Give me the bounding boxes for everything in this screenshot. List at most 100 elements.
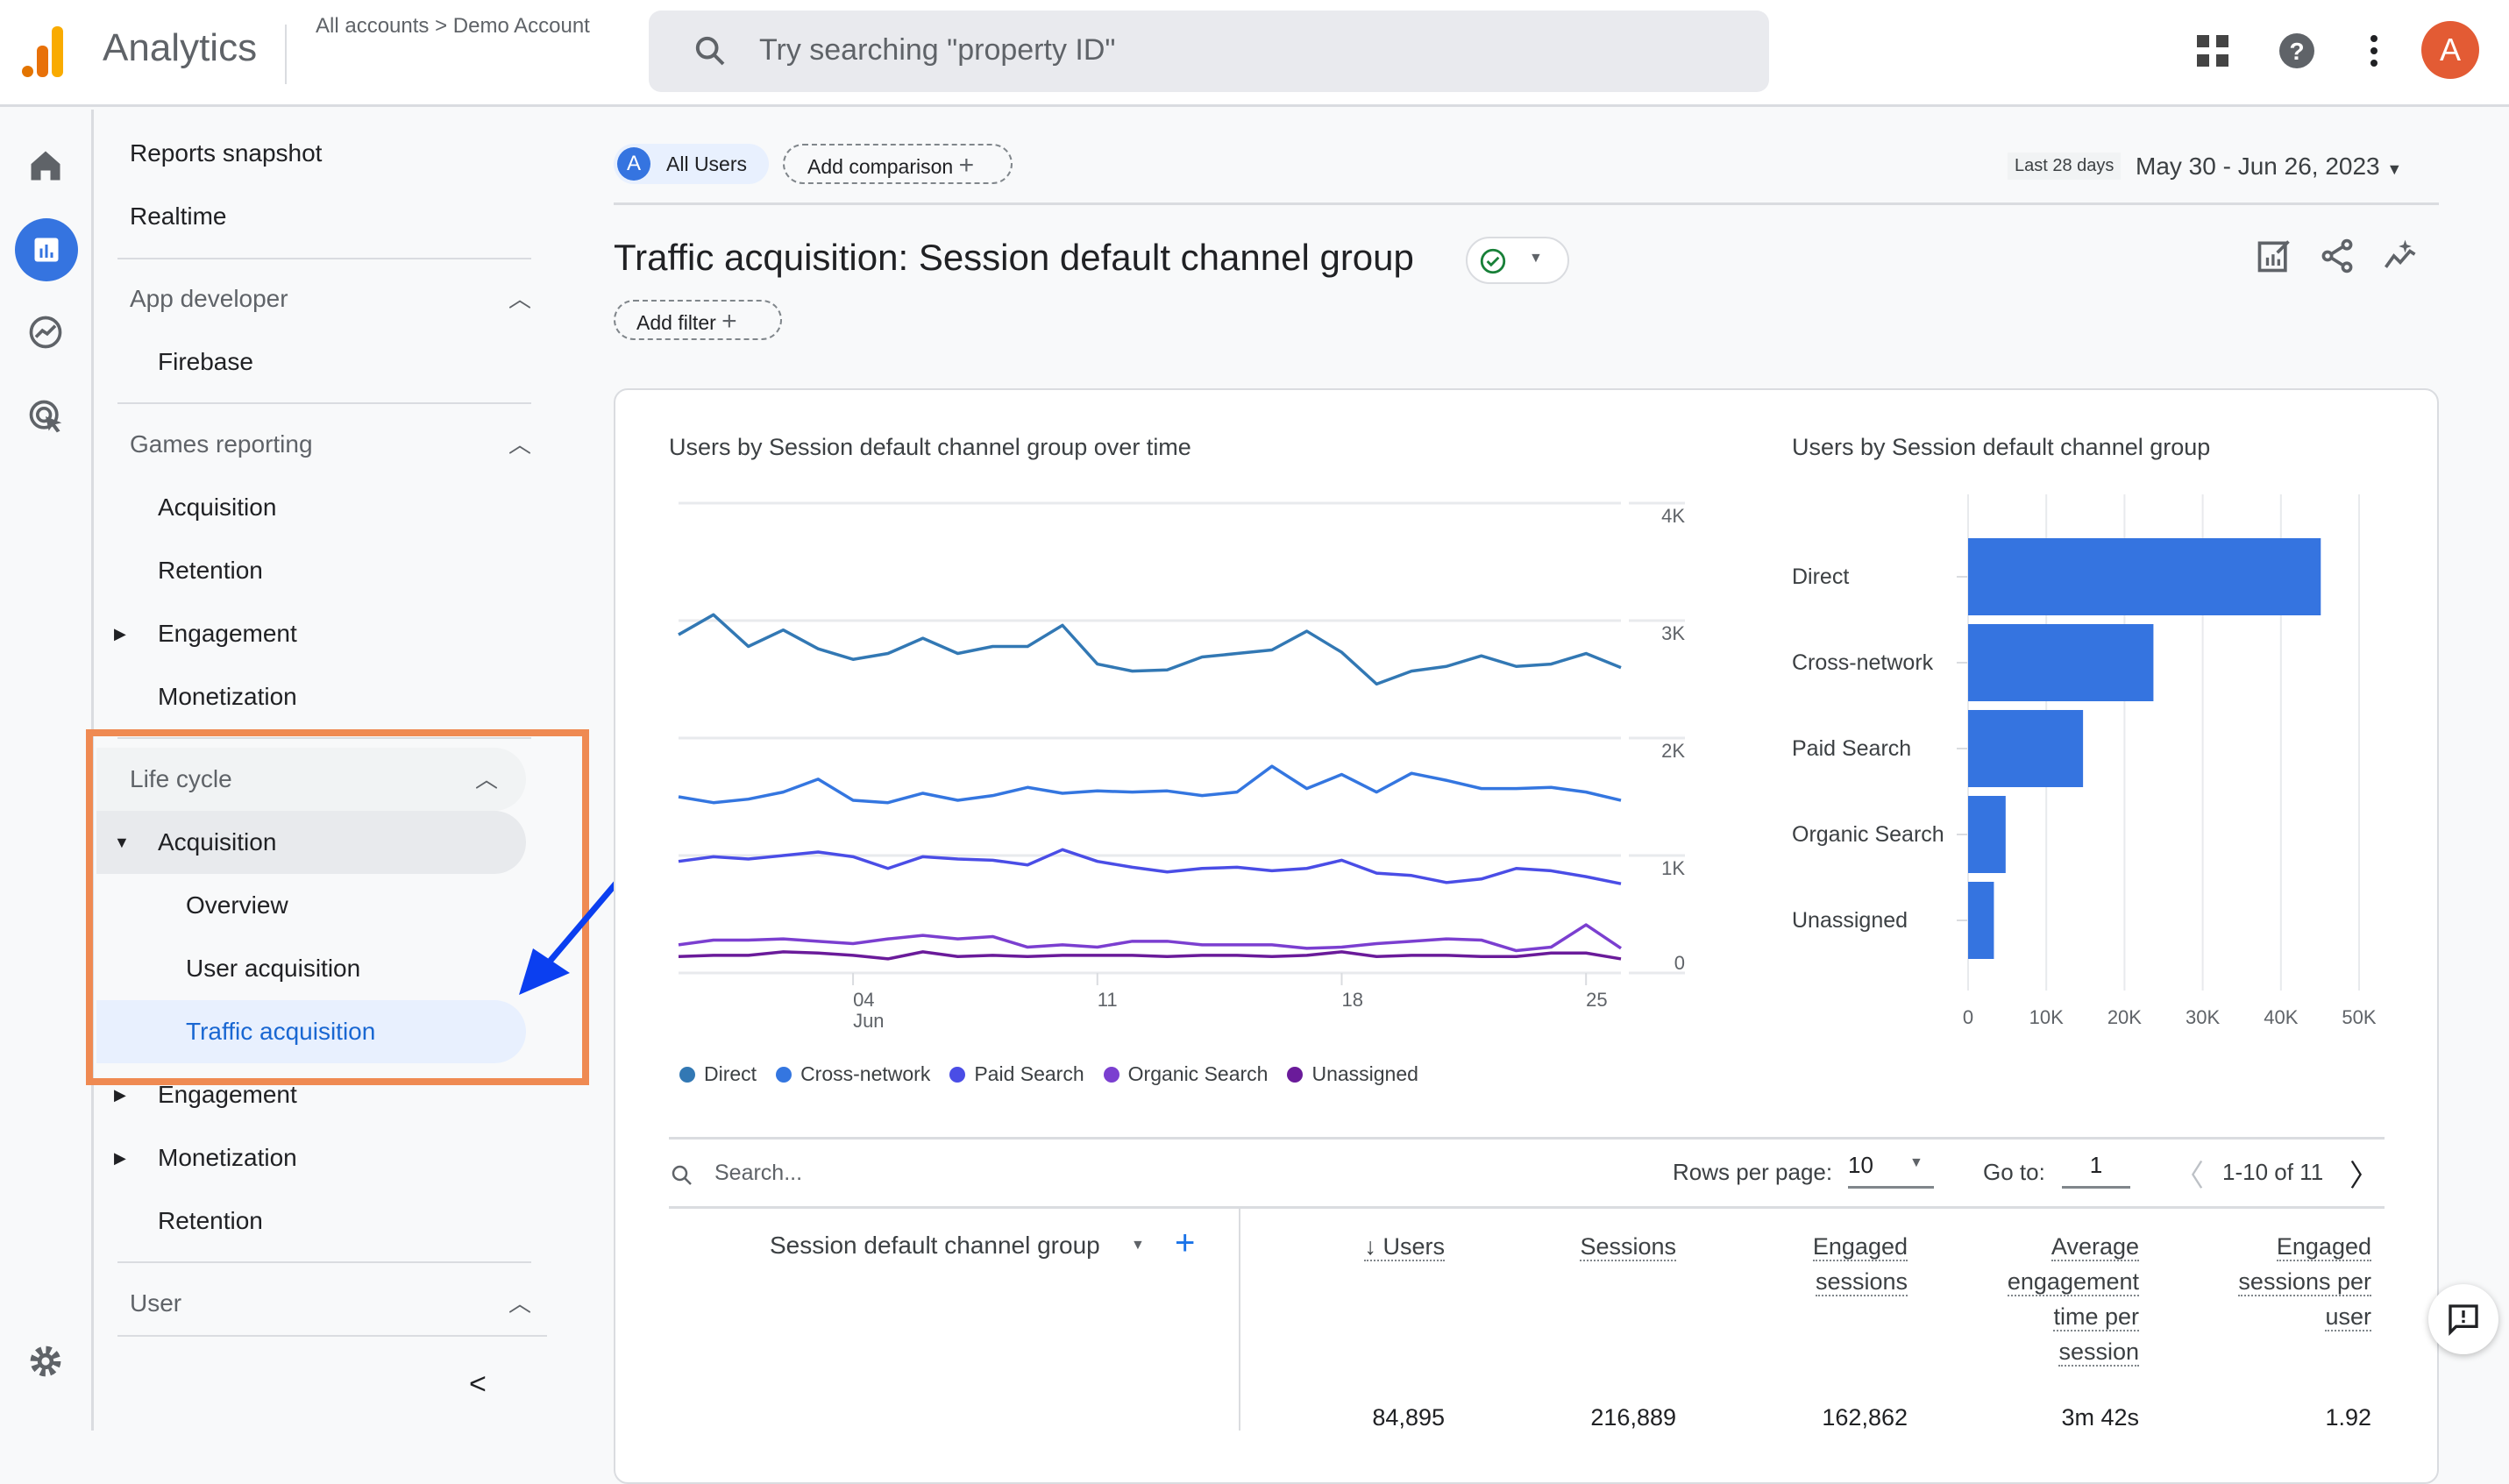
legend-item[interactable]: Paid Search bbox=[949, 1062, 1084, 1086]
next-page-button[interactable]: 〉 bbox=[2349, 1152, 2379, 1195]
x-tick-label: 25 bbox=[1586, 989, 1607, 1011]
customize-report-icon[interactable] bbox=[2255, 237, 2293, 275]
rows-per-page-select[interactable]: 10 ▼ bbox=[1848, 1152, 1934, 1189]
segment-letter-badge: A bbox=[617, 147, 650, 181]
legend-label: Paid Search bbox=[974, 1062, 1084, 1085]
dropdown-arrow-icon: ▼ bbox=[2386, 160, 2403, 178]
x-tick-label: 04 bbox=[853, 989, 874, 1011]
nav-section-app-developer[interactable]: App developer ︿ bbox=[130, 267, 533, 330]
total-value: 3m 42s bbox=[2061, 1404, 2139, 1431]
page-title: Traffic acquisition: Session default cha… bbox=[614, 237, 1414, 278]
nav-divider bbox=[117, 1261, 531, 1263]
dimension-header[interactable]: Session default channel group bbox=[770, 1232, 1100, 1260]
top-header: Analytics All accounts > Demo Account Tr… bbox=[0, 0, 2509, 107]
apps-grid-icon[interactable] bbox=[2192, 30, 2234, 72]
home-icon[interactable] bbox=[26, 146, 65, 185]
column-header-text: ↓ Users bbox=[1364, 1233, 1445, 1261]
legend-dot-icon bbox=[679, 1066, 695, 1083]
previous-page-button[interactable]: 〈 bbox=[2174, 1152, 2204, 1195]
legend-item[interactable]: Organic Search bbox=[1103, 1062, 1269, 1086]
y-tick-label: 1K bbox=[1661, 857, 1685, 879]
x-tick-sublabel: Jun bbox=[853, 1010, 884, 1032]
nav-lifecycle-retention[interactable]: Retention bbox=[158, 1189, 263, 1253]
analytics-logo[interactable] bbox=[22, 25, 70, 77]
nav-games-monetization[interactable]: Monetization bbox=[158, 665, 297, 728]
plus-icon: + bbox=[958, 151, 975, 180]
goto-page-input[interactable]: 1 bbox=[2062, 1152, 2130, 1189]
collapse-nav-button[interactable]: < bbox=[469, 1353, 487, 1416]
legend-item[interactable]: Unassigned bbox=[1287, 1062, 1418, 1086]
series-line-direct bbox=[678, 613, 1622, 686]
total-value: 84,895 bbox=[1372, 1404, 1445, 1431]
breadcrumb-property[interactable]: Demo Account bbox=[453, 14, 590, 38]
legend-label: Organic Search bbox=[1127, 1062, 1269, 1085]
section-label: User bbox=[130, 1289, 182, 1317]
nav-games-engagement[interactable]: ▶ Engagement bbox=[96, 602, 447, 665]
column-header[interactable]: ↓ Users bbox=[1234, 1229, 1445, 1264]
insights-icon[interactable] bbox=[2379, 237, 2421, 275]
column-header[interactable]: Sessions bbox=[1466, 1229, 1676, 1264]
segment-chip-all-users[interactable]: A All Users bbox=[614, 144, 769, 184]
search-input[interactable]: Try searching "property ID" bbox=[649, 11, 1769, 92]
advertising-icon[interactable] bbox=[26, 397, 65, 436]
bar-chart: 0 10K 20K 30K 40K 50K Direct Cross-network Paid … bbox=[1792, 494, 2377, 1028]
table-search-input[interactable]: Search... bbox=[669, 1155, 1107, 1192]
expand-arrow-icon: ▶ bbox=[114, 1149, 126, 1167]
chevron-up-icon: ︿ bbox=[508, 1290, 532, 1317]
breadcrumb[interactable]: All accounts > Demo Account bbox=[316, 14, 590, 39]
add-dimension-plus-icon[interactable]: + bbox=[1175, 1224, 1195, 1263]
nav-divider bbox=[117, 1335, 547, 1337]
legend-item[interactable]: Direct bbox=[679, 1062, 757, 1086]
report-status-button[interactable]: ▼ bbox=[1466, 237, 1569, 284]
legend-item[interactable]: Cross-network bbox=[776, 1062, 930, 1086]
chevron-up-icon: ︿ bbox=[508, 286, 532, 312]
explore-icon[interactable] bbox=[26, 313, 65, 351]
x-tick-label: 10K bbox=[2029, 1006, 2064, 1028]
nav-section-games-reporting[interactable]: Games reporting ︿ bbox=[130, 413, 533, 476]
gear-icon[interactable] bbox=[26, 1342, 65, 1381]
more-vert-icon[interactable] bbox=[2353, 30, 2395, 72]
y-tick-label: 0 bbox=[1674, 952, 1685, 974]
date-preset-label: Last 28 days bbox=[2008, 153, 2122, 180]
column-header-text: Engaged bbox=[2276, 1233, 2371, 1261]
share-icon[interactable] bbox=[2318, 237, 2356, 275]
dimension-dropdown-icon[interactable]: ▼ bbox=[1131, 1238, 1145, 1253]
category-label: Direct bbox=[1792, 564, 1849, 589]
nav-lifecycle-monetization[interactable]: ▶ Monetization bbox=[96, 1126, 447, 1189]
column-header[interactable]: Average engagement time per session bbox=[1929, 1229, 2139, 1369]
avatar[interactable]: A bbox=[2421, 21, 2479, 79]
expand-arrow-icon: ▶ bbox=[114, 625, 126, 643]
date-range-picker[interactable]: May 30 - Jun 26, 2023 ▼ bbox=[2136, 153, 2402, 181]
x-tick-label: 50K bbox=[2342, 1006, 2376, 1028]
bar-chart-title: Users by Session default channel group bbox=[1792, 434, 2211, 460]
column-header-text: user bbox=[2325, 1303, 2371, 1331]
nav-games-retention[interactable]: Retention bbox=[158, 539, 263, 602]
nav-realtime[interactable]: Realtime bbox=[130, 185, 226, 248]
nav-section-user[interactable]: User ︿ bbox=[130, 1272, 533, 1335]
column-header-text: engagement bbox=[2007, 1268, 2139, 1296]
feedback-button[interactable] bbox=[2428, 1284, 2498, 1354]
toolbar-divider bbox=[614, 202, 2439, 205]
x-tick-label: 40K bbox=[2264, 1006, 2298, 1028]
legend-label: Direct bbox=[704, 1062, 757, 1085]
y-tick-label: 4K bbox=[1661, 505, 1685, 527]
reports-button[interactable] bbox=[15, 218, 78, 281]
column-header-text: Sessions bbox=[1580, 1233, 1676, 1261]
search-icon bbox=[695, 36, 725, 66]
column-header[interactable]: Engaged sessions per user bbox=[2161, 1229, 2371, 1334]
breadcrumb-account[interactable]: All accounts bbox=[316, 14, 429, 38]
nav-games-acquisition[interactable]: Acquisition bbox=[158, 476, 276, 539]
column-header[interactable]: Engaged sessions bbox=[1697, 1229, 1908, 1299]
bar-paid-search bbox=[1968, 710, 2084, 787]
series-line-cross-network bbox=[678, 764, 1622, 805]
add-comparison-button[interactable]: Add comparison + bbox=[783, 144, 1013, 184]
add-filter-button[interactable]: Add filter + bbox=[614, 300, 782, 340]
table-divider bbox=[669, 1206, 2385, 1209]
check-circle-icon bbox=[1480, 248, 1506, 274]
rows-per-page-label: Rows per page: bbox=[1673, 1159, 1833, 1185]
nav-reports-snapshot[interactable]: Reports snapshot bbox=[130, 122, 322, 185]
nav-firebase[interactable]: Firebase bbox=[158, 330, 253, 394]
bar-cross-network bbox=[1968, 624, 2154, 701]
help-icon[interactable]: ? bbox=[2276, 30, 2318, 72]
y-tick-label: 3K bbox=[1661, 622, 1685, 644]
